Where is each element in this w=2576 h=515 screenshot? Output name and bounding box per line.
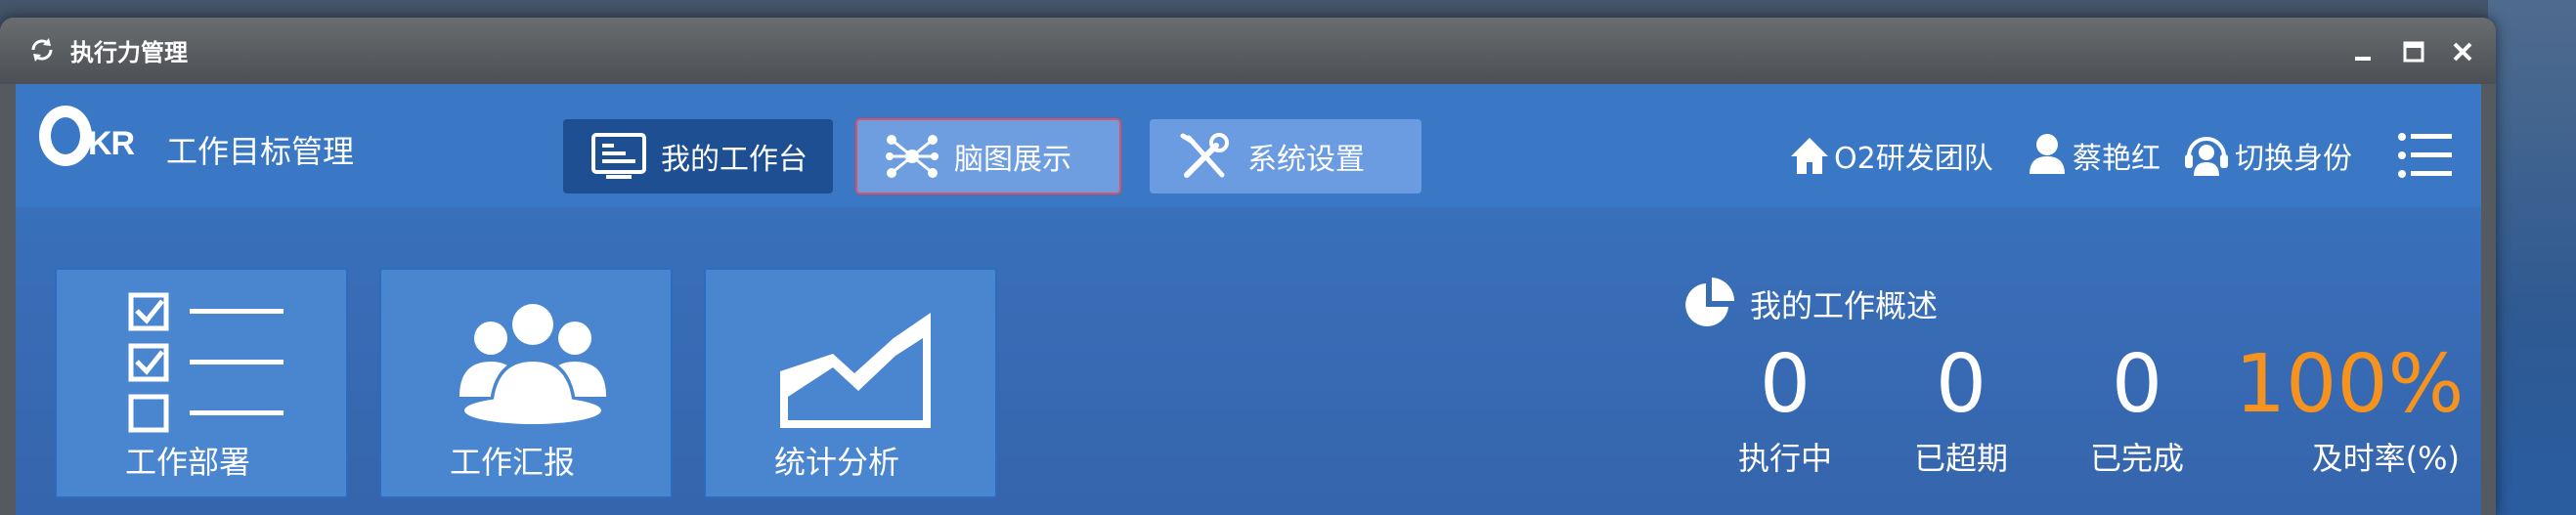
logo-letters: KR — [88, 125, 135, 162]
nav-my-workbench[interactable]: 我的工作台 — [563, 119, 833, 193]
stat-completed: 0 已完成 — [2069, 336, 2205, 479]
switch-identity-label: 切换身份 — [2235, 142, 2352, 176]
close-icon[interactable] — [2446, 35, 2479, 68]
tile-work-report-label: 工作汇报 — [450, 444, 576, 481]
desktop-background — [2488, 0, 2576, 515]
mindmap-icon — [886, 135, 939, 178]
workbench-icon — [591, 133, 646, 179]
maximize-icon[interactable] — [2397, 35, 2430, 68]
user-profile[interactable]: 蔡艳红 — [2026, 131, 2161, 180]
stat-value: 0 — [1935, 338, 1987, 431]
nav-mindmap-label: 脑图展示 — [954, 143, 1071, 177]
system-name: 工作目标管理 — [166, 133, 355, 170]
tile-statistics-label: 统计分析 — [774, 444, 900, 481]
user-icon — [2030, 134, 2065, 174]
tile-work-report[interactable]: 工作汇报 — [379, 268, 673, 498]
stat-overdue: 0 已超期 — [1893, 336, 2030, 479]
menu-icon[interactable] — [2397, 129, 2454, 182]
group-icon — [459, 301, 606, 424]
minimize-icon[interactable] — [2346, 35, 2380, 68]
tools-icon — [1180, 133, 1229, 178]
nav-my-workbench-label: 我的工作台 — [661, 143, 808, 177]
tile-work-deploy-label: 工作部署 — [125, 444, 251, 481]
stat-value: 0 — [2111, 338, 2163, 431]
work-summary-title-text: 我的工作概述 — [1750, 287, 1939, 324]
stat-value: 0 — [1759, 338, 1812, 431]
app-window: 执行力管理 KR 工作目标管理 我的工作台 脑图展示 系统设置 O2研发团队 蔡… — [0, 18, 2496, 515]
work-summary-title: 我的工作概述 — [1680, 276, 1938, 332]
area-chart-icon — [780, 313, 931, 428]
user-name: 蔡艳红 — [2073, 142, 2161, 176]
app-client-area: KR 工作目标管理 我的工作台 脑图展示 系统设置 O2研发团队 蔡艳红 切换身… — [16, 84, 2481, 515]
switch-identity-button[interactable]: 切换身份 — [2182, 131, 2352, 180]
team-name: O2研发团队 — [1834, 142, 1993, 176]
top-header: KR 工作目标管理 我的工作台 脑图展示 系统设置 O2研发团队 蔡艳红 切换身… — [16, 84, 2481, 207]
stat-label: 及时率(%) — [2311, 440, 2460, 477]
title-bar[interactable]: 执行力管理 — [0, 18, 2496, 84]
stat-label: 执行中 — [1737, 440, 1832, 477]
stat-label: 已完成 — [2089, 440, 2184, 477]
headset-user-icon — [2185, 137, 2228, 176]
nav-system-settings-label: 系统设置 — [1247, 143, 1365, 177]
stat-on-time-rate: 100% 及时率(%) — [2235, 336, 2465, 479]
team-link[interactable]: O2研发团队 — [1789, 131, 1993, 180]
checklist-icon — [128, 292, 284, 433]
logo-o-mark — [39, 106, 92, 166]
refresh-icon — [31, 38, 53, 62]
home-icon — [1791, 138, 1828, 174]
pie-chart-icon — [1685, 278, 1734, 326]
stat-label: 已超期 — [1913, 440, 2008, 477]
stat-in-progress: 0 执行中 — [1717, 336, 1854, 479]
nav-system-settings[interactable]: 系统设置 — [1150, 119, 1421, 193]
stat-value: 100% — [2235, 338, 2465, 431]
tile-work-deploy[interactable]: 工作部署 — [55, 268, 348, 498]
nav-mindmap[interactable]: 脑图展示 — [855, 118, 1121, 194]
window-title: 执行力管理 — [70, 39, 188, 66]
tile-statistics[interactable]: 统计分析 — [704, 268, 997, 498]
